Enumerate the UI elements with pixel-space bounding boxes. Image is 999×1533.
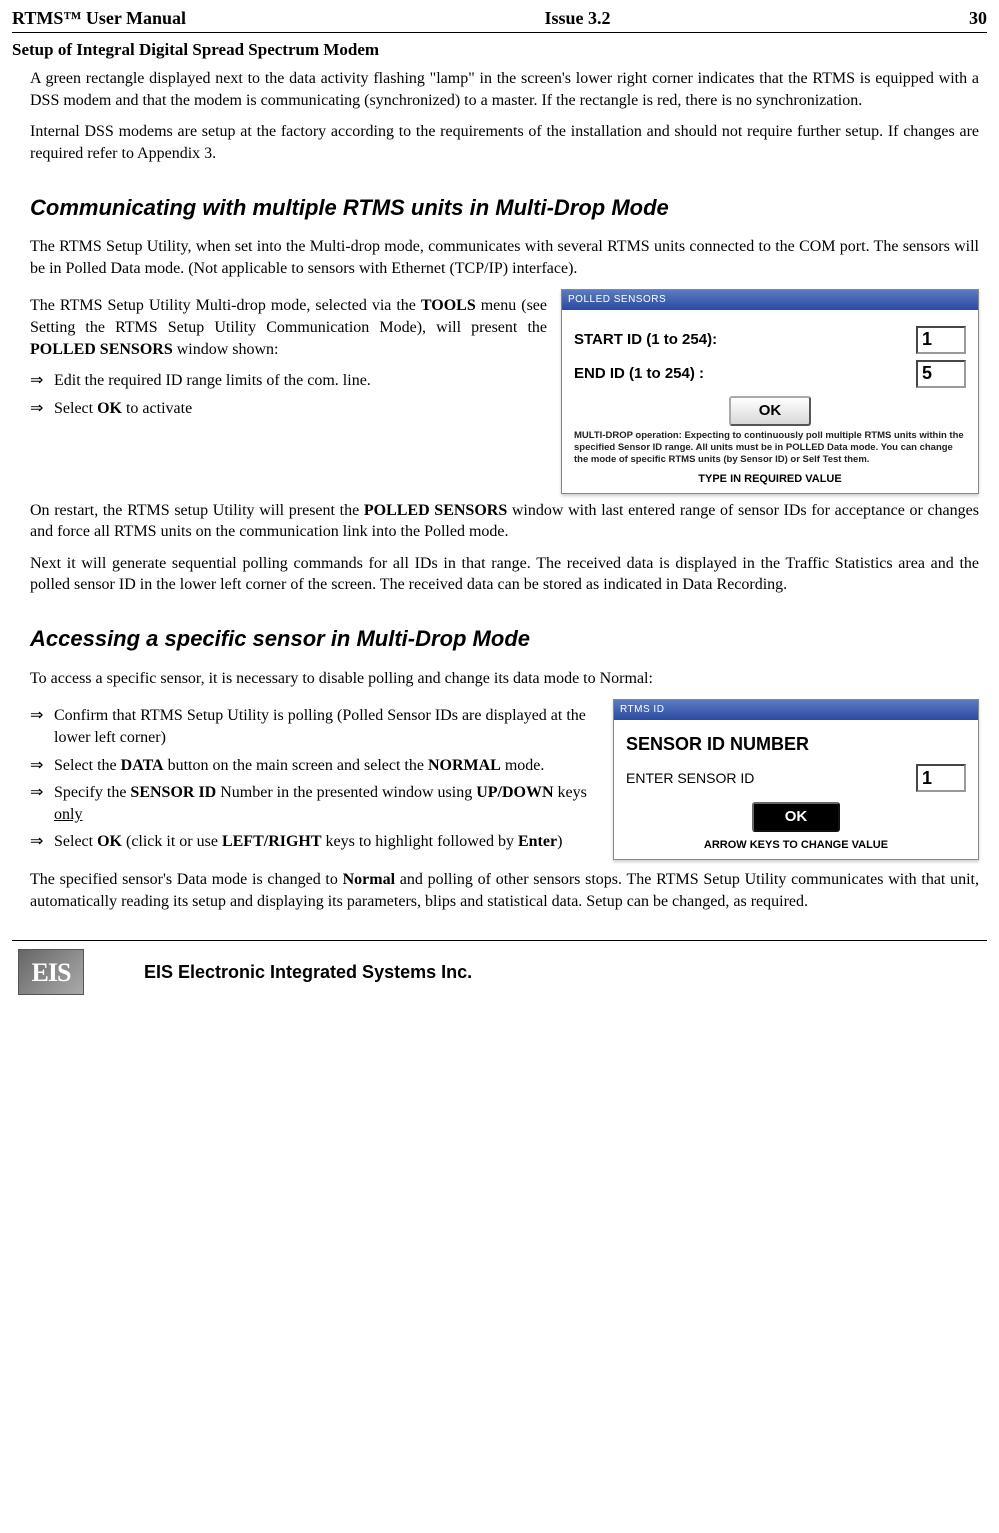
bullet-arrow-icon: ⇒ (30, 705, 54, 748)
bold-tools: TOOLS (421, 297, 476, 314)
header-rule (12, 32, 987, 33)
polled-sensors-note: MULTI-DROP operation: Expecting to conti… (574, 430, 966, 466)
bold-polled-sensors: POLLED SENSORS (364, 502, 507, 519)
sensor-id-input[interactable] (916, 764, 966, 792)
text-fragment: keys (554, 784, 587, 801)
bold-normal: Normal (343, 871, 395, 888)
section-title-access: Accessing a specific sensor in Multi-Dro… (30, 624, 979, 654)
end-id-label: END ID (1 to 254) : (574, 364, 704, 384)
header-center: Issue 3.2 (545, 6, 611, 30)
start-id-label: START ID (1 to 254): (574, 330, 717, 350)
section-title-setup: Setup of Integral Digital Spread Spectru… (12, 39, 987, 62)
text-fragment: Number in the presented window using (216, 784, 476, 801)
end-id-input[interactable] (916, 360, 966, 388)
text-fragment: ) (557, 833, 562, 850)
text-fragment: Specify the (54, 784, 130, 801)
bullet-arrow-icon: ⇒ (30, 782, 54, 825)
text-fragment: mode. (501, 757, 545, 774)
text-fragment: to activate (122, 400, 192, 417)
text-fragment: The specified sensor's Data mode is chan… (30, 871, 343, 888)
window-titlebar: POLLED SENSORS (562, 290, 978, 310)
text-fragment: Select (54, 833, 97, 850)
bold-data: DATA (121, 757, 164, 774)
polled-sensors-window: POLLED SENSORS START ID (1 to 254): END … (561, 289, 979, 493)
bullet-arrow-icon: ⇒ (30, 755, 54, 777)
bold-normal: NORMAL (428, 757, 501, 774)
bold-ok: OK (97, 833, 122, 850)
sensor-id-number-heading: SENSOR ID NUMBER (626, 732, 966, 756)
bold-up-down: UP/DOWN (476, 784, 553, 801)
underline-only: only (54, 806, 82, 823)
bullet-arrow-icon: ⇒ (30, 398, 54, 420)
bullet-arrow-icon: ⇒ (30, 370, 54, 392)
access-paragraph-2: The specified sensor's Data mode is chan… (30, 869, 979, 912)
text-fragment: keys to highlight followed by (322, 833, 518, 850)
text-fragment: On restart, the RTMS setup Utility will … (30, 502, 364, 519)
text-fragment: window shown: (173, 341, 279, 358)
access-bullet-4: Select OK (click it or use LEFT/RIGHT ke… (54, 831, 599, 853)
text-fragment: The RTMS Setup Utility Multi-drop mode, … (30, 297, 421, 314)
ok-button[interactable]: OK (729, 396, 811, 426)
window-titlebar: RTMS ID (614, 700, 978, 720)
text-fragment: Select (54, 400, 97, 417)
header-left: RTMS™ User Manual (12, 6, 186, 30)
section-title-multi: Communicating with multiple RTMS units i… (30, 193, 979, 223)
eis-logo: EIS (18, 949, 84, 995)
polled-sensors-footer: TYPE IN REQUIRED VALUE (574, 472, 966, 487)
setup-paragraph-1: A green rectangle displayed next to the … (30, 68, 979, 111)
enter-sensor-id-label: ENTER SENSOR ID (626, 769, 754, 788)
footer-company: EIS Electronic Integrated Systems Inc. (144, 960, 472, 984)
bold-ok: OK (97, 400, 122, 417)
bold-enter: Enter (518, 833, 557, 850)
page-header: RTMS™ User Manual Issue 3.2 30 (12, 0, 987, 32)
bullet-arrow-icon: ⇒ (30, 831, 54, 853)
ok-button[interactable]: OK (752, 802, 840, 832)
rtms-id-window: RTMS ID SENSOR ID NUMBER ENTER SENSOR ID… (613, 699, 979, 860)
access-bullet-2: Select the DATA button on the main scree… (54, 755, 599, 777)
bold-left-right: LEFT/RIGHT (222, 833, 322, 850)
multi-bullet-1: Edit the required ID range limits of the… (54, 370, 547, 392)
multi-bullet-2: Select OK to activate (54, 398, 547, 420)
rtms-id-footer: ARROW KEYS TO CHANGE VALUE (626, 838, 966, 853)
header-right: 30 (969, 6, 987, 30)
access-bullet-3: Specify the SENSOR ID Number in the pres… (54, 782, 599, 825)
start-id-input[interactable] (916, 326, 966, 354)
multi-paragraph-3: Next it will generate sequential polling… (30, 553, 979, 596)
setup-paragraph-2: Internal DSS modems are setup at the fac… (30, 121, 979, 164)
text-fragment: Select the (54, 757, 121, 774)
multi-intro: The RTMS Setup Utility Multi-drop mode, … (30, 295, 547, 360)
multi-paragraph-2: On restart, the RTMS setup Utility will … (30, 500, 979, 543)
text-fragment: (click it or use (122, 833, 222, 850)
multi-paragraph-1: The RTMS Setup Utility, when set into th… (30, 236, 979, 279)
access-paragraph-1: To access a specific sensor, it is neces… (30, 668, 979, 690)
bold-sensor-id: SENSOR ID (130, 784, 216, 801)
bold-polled-sensors: POLLED SENSORS (30, 341, 173, 358)
page-footer: EIS EIS Electronic Integrated Systems In… (12, 940, 987, 999)
text-fragment: button on the main screen and select the (164, 757, 428, 774)
access-bullet-1: Confirm that RTMS Setup Utility is polli… (54, 705, 599, 748)
